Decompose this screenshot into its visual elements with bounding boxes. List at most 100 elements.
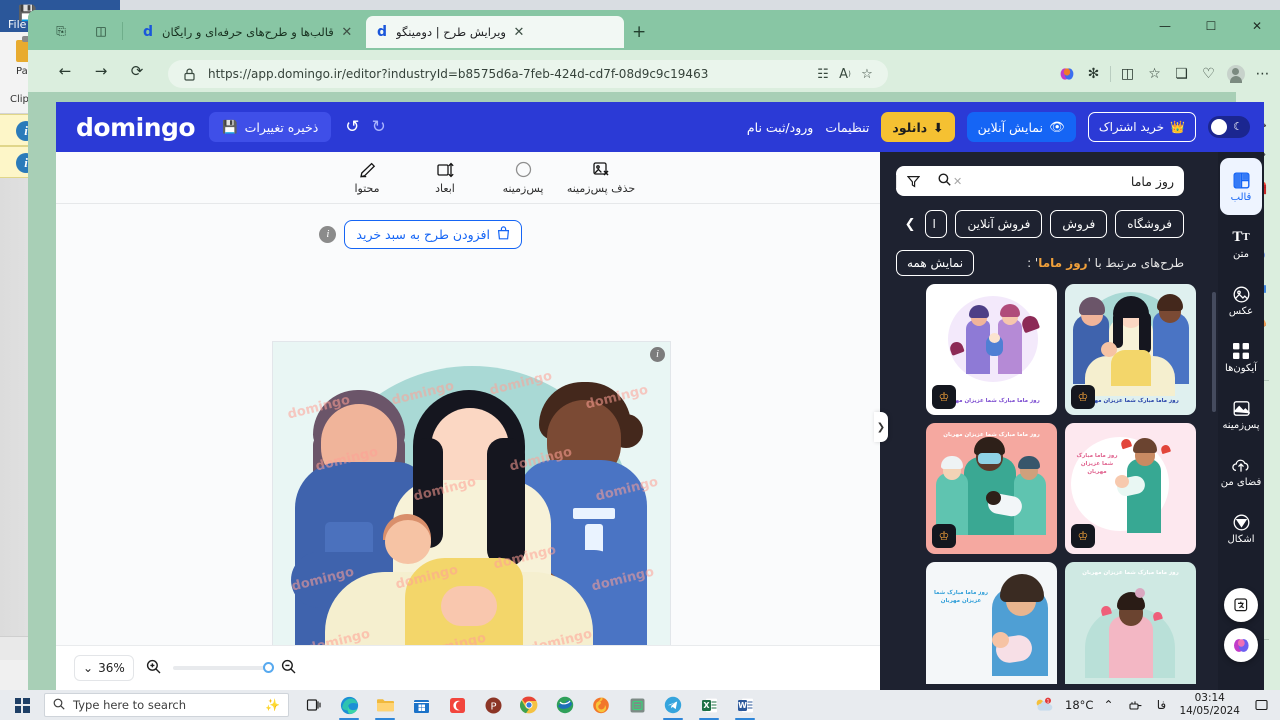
browser-tab-1[interactable]: d قالب‌ها و طرح‌های حرفه‌ای و رایگان ✕	[132, 16, 386, 48]
chevron-left-icon[interactable]: ❮	[905, 217, 916, 232]
zoom-in-icon[interactable]	[146, 659, 161, 678]
sidebar-item-image[interactable]: عکس	[1220, 272, 1262, 329]
filter-icon[interactable]	[896, 174, 930, 188]
redo-button[interactable]: ↻	[372, 117, 386, 137]
telegram-icon[interactable]	[655, 690, 691, 720]
favorites-icon[interactable]: ☆	[1141, 61, 1168, 88]
template-card[interactable]: روز ماما مبارک شما عزیزان مهربان ♔	[926, 423, 1057, 554]
add-to-cart-button[interactable]: افزودن طرح به سبد خرید	[344, 220, 522, 249]
template-search-row[interactable]: ✕	[896, 166, 1184, 196]
tool-content[interactable]: محتوا	[328, 160, 406, 195]
back-button[interactable]: ←	[50, 56, 80, 86]
settings-more-icon[interactable]: ⋯	[1249, 61, 1276, 88]
taskbar-search-box[interactable]: Type here to search ✨	[44, 693, 289, 717]
template-card[interactable]: روز ماما مبارک شما عزیزان مهربان	[1065, 562, 1196, 684]
split-screen-icon[interactable]: ☷	[812, 63, 834, 85]
split-screen-icon[interactable]: ◫	[1114, 61, 1141, 88]
sidebar-item-template[interactable]: قالب	[1220, 158, 1262, 215]
taskbar-clock[interactable]: 03:14 14/05/2024	[1173, 692, 1246, 718]
template-card[interactable]: روز ماما مبارک شما عزیزان مهربان ♔	[1065, 423, 1196, 554]
photoshop-icon[interactable]: P	[475, 690, 511, 720]
tray-chevron-icon[interactable]: ⌃	[1095, 690, 1121, 720]
category-chip-online-sale[interactable]: فروش آنلاین	[955, 210, 1043, 238]
sidebar-item-shapes[interactable]: اشکال	[1220, 500, 1262, 557]
zoom-slider-knob[interactable]	[262, 662, 274, 673]
chrome-icon[interactable]	[511, 690, 547, 720]
edge-icon[interactable]	[331, 690, 367, 720]
login-register-link[interactable]: ورود/ثبت نام	[747, 120, 813, 135]
weather-sun-cloud-icon[interactable]: 1	[1029, 690, 1059, 720]
search-icon[interactable]	[938, 173, 951, 190]
category-chip-more[interactable]: ا	[925, 210, 948, 238]
design-artboard[interactable]: i domingo domingo domingo domingo doming…	[273, 342, 670, 690]
template-card[interactable]: روز ماما مبارک شما عزیزان مهربان	[926, 562, 1057, 684]
zoom-slider[interactable]	[172, 662, 274, 673]
new-tab-button[interactable]: +	[632, 22, 646, 42]
excel-icon[interactable]: X	[691, 690, 727, 720]
sidebar-item-icons[interactable]: آیکون‌ها	[1220, 329, 1262, 386]
task-view-icon[interactable]	[295, 690, 331, 720]
show-all-button[interactable]: نمایش همه	[896, 250, 975, 276]
tab-actions-icon[interactable]: ⎘	[50, 20, 72, 42]
save-changes-button[interactable]: ذخیره تغییرات 💾	[209, 112, 332, 142]
notepad-icon[interactable]	[619, 690, 655, 720]
tab-vertical-layout-icon[interactable]: ◫	[90, 20, 112, 42]
file-explorer-icon[interactable]	[367, 690, 403, 720]
word-icon[interactable]: W	[727, 690, 763, 720]
favorite-star-icon[interactable]: ☆	[856, 63, 878, 85]
zoom-percent-dropdown[interactable]: ⌄ 36%	[74, 655, 134, 681]
clear-search-icon[interactable]: ✕	[953, 175, 962, 188]
copilot-icon[interactable]	[1053, 61, 1080, 88]
collections-icon[interactable]: ❏	[1168, 61, 1195, 88]
maximize-window-button[interactable]: ☐	[1188, 10, 1234, 42]
notification-icon[interactable]	[1248, 690, 1274, 720]
address-bar[interactable]: https://app.domingo.ir/editor?industryId…	[168, 60, 888, 88]
template-card[interactable]: روز ماما مبارک شما عزیزان مهربان ♔	[926, 284, 1057, 415]
copilot-sparkle-icon[interactable]: ✨	[265, 698, 280, 712]
read-aloud-icon[interactable]: A)	[834, 63, 856, 85]
internet-download-manager-icon[interactable]	[547, 690, 583, 720]
translate-icon[interactable]	[1224, 588, 1258, 622]
artboard-info-icon[interactable]: i	[650, 347, 665, 362]
template-card[interactable]: روز ماما مبارک شما عزیزان مهربان ♔	[1065, 284, 1196, 415]
panel-toggle-handle[interactable]: ❯	[874, 412, 888, 442]
microsoft-store-icon[interactable]	[403, 690, 439, 720]
sidebar-item-text[interactable]: TT متن	[1220, 215, 1262, 272]
tool-dimensions[interactable]: ابعاد	[406, 160, 484, 195]
weather-temperature[interactable]: 18°C	[1065, 698, 1093, 712]
minimize-window-button[interactable]: —	[1142, 10, 1188, 42]
extensions-icon[interactable]: ✻	[1080, 61, 1107, 88]
close-window-button[interactable]: ✕	[1234, 10, 1280, 42]
settings-link[interactable]: تنظیمات	[825, 120, 869, 135]
firefox-icon[interactable]	[583, 690, 619, 720]
dark-mode-toggle[interactable]: ☾	[1208, 116, 1250, 138]
undo-button[interactable]: ↺	[345, 117, 359, 137]
camtasia-icon[interactable]	[439, 690, 475, 720]
tool-remove-background[interactable]: حذف پس‌زمینه	[562, 160, 640, 195]
windows-start-icon[interactable]	[0, 690, 44, 720]
search-input[interactable]	[962, 173, 1184, 189]
zoom-out-icon[interactable]	[281, 659, 296, 678]
info-icon[interactable]: i	[319, 226, 337, 243]
tool-background[interactable]: پس‌زمینه	[484, 160, 562, 195]
forward-button[interactable]: →	[86, 56, 116, 86]
network-icon[interactable]	[1123, 690, 1149, 720]
category-chip-sale[interactable]: فروش	[1050, 210, 1108, 238]
ai-brain-icon[interactable]	[1224, 628, 1258, 662]
close-tab-icon[interactable]: ✕	[512, 25, 526, 40]
category-chip-shop[interactable]: فروشگاه	[1115, 210, 1184, 238]
download-button[interactable]: ⬇ دانلود	[881, 112, 955, 142]
profile-icon[interactable]	[1222, 61, 1249, 88]
browser-tab-2[interactable]: d ویرایش طرح | دومینگو ✕	[366, 16, 624, 48]
sidebar-item-my-space[interactable]: فضای من	[1220, 443, 1262, 500]
browser-essentials-icon[interactable]: ♡	[1195, 61, 1222, 88]
buy-subscription-button[interactable]: 👑 خرید اشتراک	[1087, 112, 1196, 142]
domingo-logo[interactable]: domingo	[76, 113, 196, 142]
refresh-button[interactable]: ⟳	[122, 56, 152, 86]
sidebar-item-background[interactable]: پس‌زمینه	[1220, 386, 1262, 443]
online-preview-button[interactable]: 👁 نمایش آنلاین	[966, 112, 1076, 142]
panel-scrollbar[interactable]	[1212, 292, 1216, 412]
close-tab-icon[interactable]: ✕	[340, 25, 354, 40]
language-indicator[interactable]: فا	[1151, 690, 1171, 720]
canvas-area[interactable]: افزودن طرح به سبد خرید i i domingo domin…	[56, 204, 880, 690]
